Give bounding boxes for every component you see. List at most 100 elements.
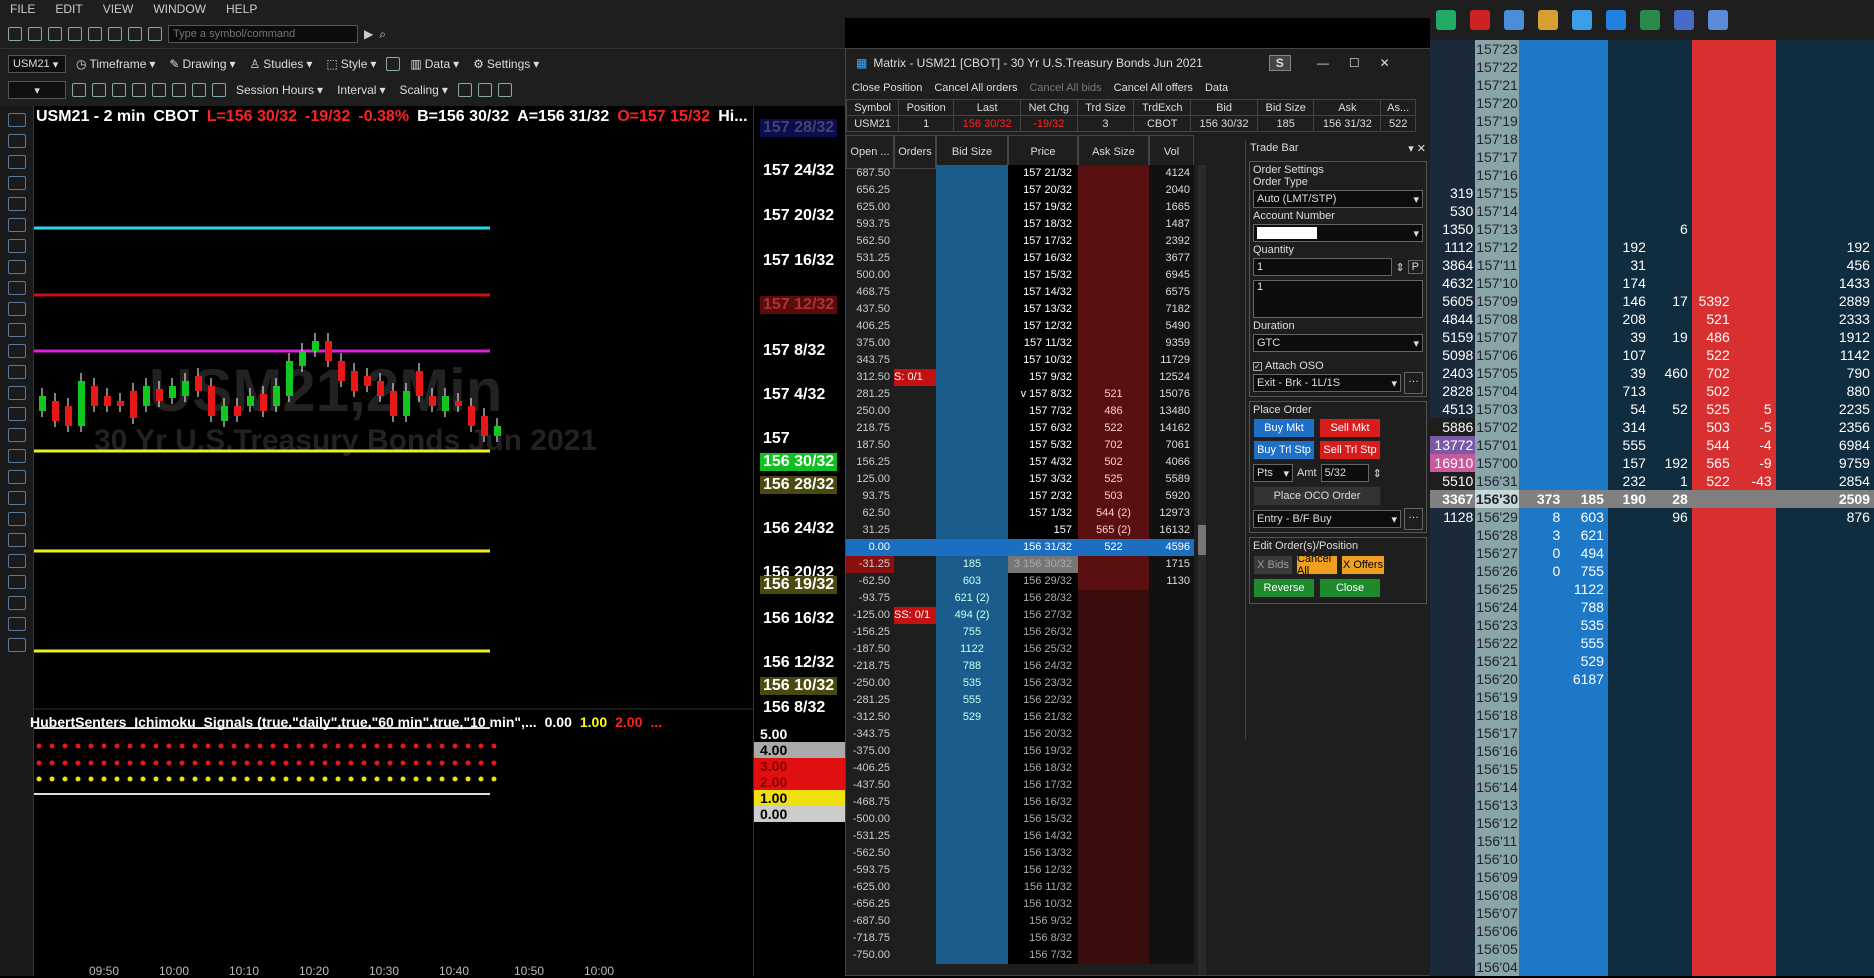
ladder-row[interactable]: -187.50 1122 156 25/32 <box>846 641 1198 658</box>
ladder-row[interactable]: 218.75 157 6/32 522 14162 <box>846 420 1198 437</box>
ladder-cell[interactable] <box>1078 896 1149 913</box>
dom-row[interactable]: 156'24 788 <box>1430 598 1874 616</box>
ladder-row[interactable]: 656.25 157 20/32 2040 <box>846 182 1198 199</box>
studies-menu[interactable]: ♙ Studies ▾ <box>246 57 317 71</box>
scaling-menu[interactable]: Scaling ▾ <box>395 83 451 97</box>
menu-help[interactable]: HELP <box>216 2 267 16</box>
ladder-row[interactable]: 562.50 157 17/32 2392 <box>846 233 1198 250</box>
settings-menu[interactable]: ⚙ Settings ▾ <box>469 57 543 71</box>
open-icon[interactable] <box>28 27 42 41</box>
label-icon[interactable] <box>8 638 26 652</box>
ladder-cell[interactable] <box>936 760 1008 777</box>
dom-row[interactable]: 156'26 0 755 <box>1430 562 1874 580</box>
dom-row[interactable]: 3367 156'30 373 185 190 28 2509 <box>1430 490 1874 508</box>
dom-row[interactable]: 157'18 <box>1430 130 1874 148</box>
rectangle-icon[interactable] <box>8 512 26 526</box>
quote-header[interactable]: Last <box>953 99 1022 116</box>
quote-header[interactable]: As... <box>1380 99 1416 116</box>
ladder-cell[interactable] <box>936 777 1008 794</box>
dom-row[interactable]: 156'23 535 <box>1430 616 1874 634</box>
sell-trailing-stop-button[interactable]: Sell Trl Stp <box>1319 440 1381 460</box>
ladder-cell[interactable] <box>1078 369 1149 386</box>
ladder-row[interactable]: -375.00 156 19/32 <box>846 743 1198 760</box>
arc-icon[interactable] <box>8 428 26 442</box>
buy-trailing-stop-button[interactable]: Buy Trl Stp <box>1253 440 1315 460</box>
quantity-list-item[interactable]: 1 <box>1257 281 1263 293</box>
ladder-row[interactable]: 625.00 157 19/32 1665 <box>846 199 1198 216</box>
col-ask-size[interactable]: Ask Size <box>1078 135 1149 169</box>
ladder-cell[interactable] <box>1078 318 1149 335</box>
ladder-cell[interactable]: 555 <box>936 692 1008 709</box>
ladder-cell[interactable] <box>1078 607 1149 624</box>
ladder-cell[interactable] <box>1078 301 1149 318</box>
ladder-row[interactable]: 531.25 157 16/32 3677 <box>846 250 1198 267</box>
close-position-button-2[interactable]: Close <box>1319 578 1381 598</box>
ellipse-icon[interactable] <box>8 491 26 505</box>
tools-icon[interactable] <box>1538 10 1558 30</box>
document-icon[interactable] <box>1504 10 1524 30</box>
wrench-icon[interactable] <box>1572 10 1592 30</box>
quote-header[interactable]: TrdExch <box>1133 99 1192 116</box>
ladder-row[interactable]: 375.00 157 11/32 9359 <box>846 335 1198 352</box>
dom-row[interactable]: 13772 157'01 555 544 -4 6984 <box>1430 436 1874 454</box>
cancel-all-offers-button[interactable]: Cancel All offers <box>1114 82 1193 94</box>
dom-row[interactable]: 156'21 529 <box>1430 652 1874 670</box>
dom-row[interactable]: 16910 157'00 157 192 565 -9 9759 <box>1430 454 1874 472</box>
dom-row[interactable]: 157'19 <box>1430 112 1874 130</box>
dom-row[interactable]: 156'18 <box>1430 706 1874 724</box>
ladder-cell[interactable] <box>936 913 1008 930</box>
ladder-cell[interactable] <box>1078 828 1149 845</box>
maximize-icon[interactable]: ☐ <box>1349 56 1360 70</box>
list-icon[interactable] <box>8 365 26 379</box>
dom-row[interactable]: 156'07 <box>1430 904 1874 922</box>
price-ladder[interactable]: 687.50 157 21/32 4124 656.25 157 20/32 2040 62… <box>846 165 1198 964</box>
ladder-row[interactable]: -718.75 156 8/32 <box>846 930 1198 947</box>
chart-icon[interactable] <box>1674 10 1694 30</box>
cancel-all-orders-button[interactable]: Cancel All orders <box>934 82 1017 94</box>
ladder-cell[interactable] <box>936 250 1008 267</box>
ladder-cell[interactable]: 535 <box>936 675 1008 692</box>
ladder-row[interactable]: -656.25 156 10/32 <box>846 896 1198 913</box>
ruler-icon[interactable] <box>8 596 26 610</box>
ladder-cell[interactable] <box>936 165 1008 182</box>
template-icon[interactable] <box>386 57 401 71</box>
bars-icon[interactable] <box>457 83 472 97</box>
ladder-cell[interactable] <box>1078 930 1149 947</box>
sync-icon[interactable] <box>92 83 106 97</box>
ladder-cell[interactable] <box>936 369 1008 386</box>
candles-icon[interactable] <box>477 83 492 97</box>
ladder-cell[interactable]: 522 <box>1078 420 1149 437</box>
ladder-cell[interactable] <box>936 335 1008 352</box>
dom-row[interactable]: 156'13 <box>1430 796 1874 814</box>
dom-row[interactable]: 2403 157'05 39 460 702 790 <box>1430 364 1874 382</box>
ladder-cell[interactable]: 529 <box>936 709 1008 726</box>
ladder-row[interactable]: -437.50 156 17/32 <box>846 777 1198 794</box>
ladder-cell[interactable]: 603 <box>936 573 1008 590</box>
ladder-cell[interactable] <box>1078 284 1149 301</box>
ladder-cell[interactable] <box>936 386 1008 403</box>
ladder-row[interactable]: -750.00 156 7/32 <box>846 947 1198 964</box>
ladder-cell[interactable] <box>1078 556 1149 573</box>
dom-row[interactable]: 157'22 <box>1430 58 1874 76</box>
close-icon[interactable]: ✕ <box>1380 56 1390 70</box>
ladder-row[interactable]: 0.00 156 31/32 522 4596 <box>846 539 1198 556</box>
ladder-cell[interactable] <box>1078 641 1149 658</box>
gann-icon[interactable] <box>8 323 26 337</box>
ladder-cell[interactable] <box>936 828 1008 845</box>
ladder-cell[interactable] <box>936 539 1008 556</box>
crosshair-icon[interactable] <box>132 83 146 97</box>
channel-icon[interactable] <box>8 239 26 253</box>
refresh-icon[interactable] <box>152 83 166 97</box>
oso-more-button[interactable]: … <box>1404 372 1423 394</box>
pointer-icon[interactable] <box>8 113 26 127</box>
p-button[interactable]: P <box>1407 260 1423 274</box>
dom-row[interactable]: 5605 157'09 146 17 5392 2889 <box>1430 292 1874 310</box>
marker-icon[interactable] <box>8 575 26 589</box>
ladder-cell[interactable] <box>936 845 1008 862</box>
ladder-cell[interactable] <box>1078 845 1149 862</box>
ladder-cell[interactable] <box>936 862 1008 879</box>
ladder-cell[interactable] <box>936 352 1008 369</box>
dom-row[interactable]: 157'17 <box>1430 148 1874 166</box>
layout-icon[interactable] <box>128 27 142 41</box>
cancel-all-button[interactable]: Cancel All <box>1296 553 1338 577</box>
